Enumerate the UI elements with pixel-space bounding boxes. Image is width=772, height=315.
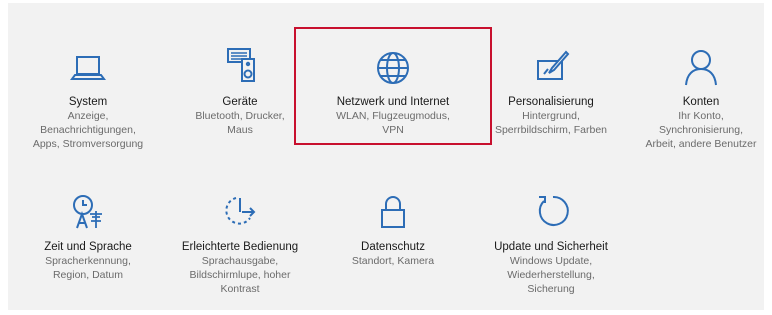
- lock-icon: [328, 190, 458, 232]
- tile-description: Sprachausgabe, Bildschirmlupe, hoher Kon…: [189, 255, 291, 295]
- ease-of-access-icon: [175, 190, 305, 232]
- tile-description: Windows Update, Wiederherstellung, Siche…: [507, 255, 595, 295]
- tile-description: Standort, Kamera: [351, 255, 435, 267]
- devices-icon: [175, 45, 305, 87]
- tile-title: Datenschutz: [361, 241, 425, 253]
- tile-title: Personalisierung: [508, 96, 594, 108]
- tile-personalization[interactable]: Personalisierung Hintergrund, Sperrbilds…: [486, 45, 616, 137]
- tile-title: Konten: [682, 96, 720, 108]
- tile-update-security[interactable]: Update und Sicherheit Windows Update, Wi…: [486, 190, 616, 296]
- refresh-icon: [486, 190, 616, 232]
- globe-icon: [328, 45, 458, 87]
- tile-description: Hintergrund, Sperrbildschirm, Farben: [494, 110, 608, 136]
- tile-time-language[interactable]: Zeit und Sprache Spracherkennung, Region…: [23, 190, 153, 282]
- tile-privacy[interactable]: Datenschutz Standort, Kamera: [328, 190, 458, 268]
- tile-description: WLAN, Flugzeugmodus, VPN: [336, 110, 450, 136]
- tile-description: Anzeige, Benachrichtigungen, Apps, Strom…: [32, 110, 144, 150]
- tile-network[interactable]: Netzwerk und Internet WLAN, Flugzeugmodu…: [328, 45, 458, 137]
- person-icon: [636, 45, 766, 87]
- tile-description: Bluetooth, Drucker, Maus: [195, 110, 285, 136]
- tile-devices[interactable]: Geräte Bluetooth, Drucker, Maus: [175, 45, 305, 137]
- tile-description: Spracherkennung, Region, Datum: [45, 255, 131, 281]
- paintbrush-icon: [486, 45, 616, 87]
- tile-title: Zeit und Sprache: [44, 241, 132, 253]
- tile-accounts[interactable]: Konten Ihr Konto, Synchronisierung, Arbe…: [636, 45, 766, 151]
- tile-system[interactable]: System Anzeige, Benachrichtigungen, Apps…: [23, 45, 153, 151]
- tile-ease-of-access[interactable]: Erleichterte Bedienung Sprachausgabe, Bi…: [175, 190, 305, 296]
- tile-title: System: [68, 96, 108, 108]
- tile-title: Update und Sicherheit: [494, 241, 608, 253]
- tile-title: Netzwerk und Internet: [336, 96, 450, 108]
- tile-description: Ihr Konto, Synchronisierung, Arbeit, and…: [645, 110, 757, 150]
- laptop-icon: [23, 45, 153, 87]
- time-language-icon: [23, 190, 153, 232]
- tile-title: Geräte: [222, 96, 258, 108]
- tile-title: Erleichterte Bedienung: [181, 241, 299, 253]
